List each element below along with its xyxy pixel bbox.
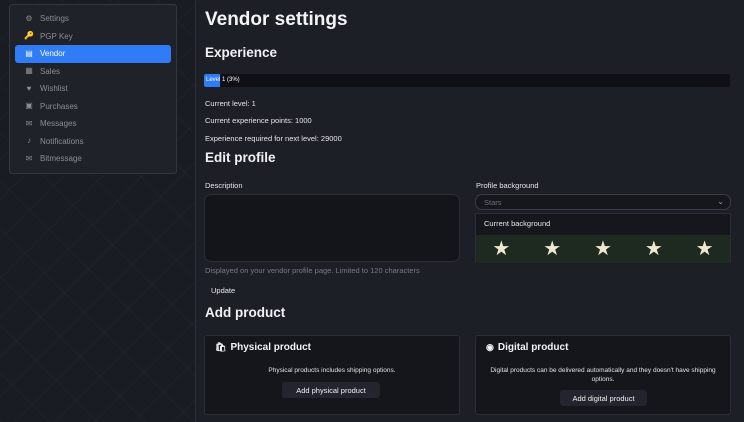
gear-icon: ⚙ (25, 13, 33, 23)
description-label: Description (205, 181, 243, 190)
experience-heading: Experience (205, 45, 278, 60)
experience-progress-label: Level 1 (3%) (206, 77, 240, 83)
digital-product-title-text: Digital product (497, 342, 569, 353)
cart-icon: ▣ (25, 101, 33, 111)
sidebar: ⚙ Settings 🔑 PGP Key ▤ Vendor ▦ Sales ♥ … (9, 4, 177, 174)
star-icon: ★ (644, 238, 663, 260)
disc-icon: ◉ (486, 342, 494, 352)
star-icon: ★ (695, 238, 714, 260)
sidebar-item-label: Purchases (40, 101, 78, 111)
add-physical-product-button[interactable]: Add physical product (282, 382, 380, 398)
description-textarea[interactable] (204, 194, 460, 262)
sidebar-item-label: PGP Key (40, 31, 73, 41)
description-hint: Displayed on your vendor profile page. L… (205, 266, 420, 275)
star-icon: ★ (492, 238, 511, 260)
heart-icon: ♥ (26, 83, 32, 93)
update-button[interactable]: Update (205, 283, 245, 298)
shopping-bag-icon: 🛍 (215, 342, 227, 352)
physical-product-description: Physical products includes shipping opti… (268, 367, 396, 374)
sidebar-item-purchases[interactable]: ▣ Purchases (15, 98, 171, 116)
sidebar-item-messages[interactable]: ✉ Messages (15, 115, 171, 133)
sidebar-item-label: Vendor (40, 49, 66, 59)
sidebar-item-notifications[interactable]: ♪ Notifications (15, 133, 171, 151)
physical-product-title-text: Physical product (230, 342, 312, 353)
current-background-label: Current background (484, 219, 551, 228)
background-preview-stars: ★ ★ ★ ★ ★ (476, 235, 730, 263)
sidebar-item-label: Bitmessage (40, 154, 82, 164)
sidebar-item-label: Messages (40, 119, 77, 129)
physical-product-title: 🛍 Physical product (215, 342, 311, 353)
sales-icon: ▦ (25, 66, 33, 76)
experience-points-text: Current experience points: 1000 (205, 116, 312, 125)
current-level-text: Current level: 1 (205, 99, 256, 108)
envelope-icon: ✉ (25, 153, 33, 163)
sidebar-item-label: Sales (40, 66, 61, 76)
sidebar-item-bitmessage[interactable]: ✉ Bitmessage (15, 150, 171, 168)
id-card-icon: ▤ (25, 48, 33, 58)
profile-background-select[interactable]: Stars ⌄ (475, 194, 731, 210)
star-icon: ★ (543, 238, 562, 260)
sidebar-item-wishlist[interactable]: ♥ Wishlist (15, 80, 171, 98)
physical-product-card: 🛍 Physical product Physical products inc… (204, 335, 460, 415)
add-product-heading: Add product (205, 305, 286, 320)
sidebar-item-label: Wishlist (40, 84, 68, 94)
sidebar-item-vendor[interactable]: ▤ Vendor (15, 45, 171, 63)
main-panel: Vendor settings Experience Level 1 (3%) … (195, 0, 744, 422)
sidebar-item-settings[interactable]: ⚙ Settings (15, 10, 171, 28)
digital-product-card: ◉ Digital product Digital products can b… (475, 335, 731, 415)
digital-product-title: ◉ Digital product (486, 342, 568, 353)
experience-progress-bar: Level 1 (3%) (204, 74, 730, 87)
digital-product-description: Digital products can be delivered automa… (490, 367, 716, 383)
current-background-panel: Current background ★ ★ ★ ★ ★ (475, 213, 731, 263)
next-level-requirement-text: Experience required for next level: 2900… (205, 134, 342, 143)
add-digital-product-button[interactable]: Add digital product (560, 390, 647, 406)
profile-background-label: Profile background (476, 181, 539, 190)
edit-profile-heading: Edit profile (205, 150, 276, 165)
sidebar-item-pgp-key[interactable]: 🔑 PGP Key (15, 28, 171, 46)
sidebar-item-label: Notifications (40, 136, 84, 146)
star-icon: ★ (594, 238, 612, 260)
sidebar-item-label: Settings (40, 14, 69, 24)
chat-icon: ✉ (25, 118, 33, 128)
sidebar-item-sales[interactable]: ▦ Sales (15, 63, 171, 81)
chevron-down-icon: ⌄ (717, 197, 724, 206)
profile-background-selected-value: Stars (484, 197, 502, 207)
page-title: Vendor settings (205, 9, 348, 30)
bell-icon: ♪ (27, 136, 31, 146)
key-icon: 🔑 (24, 31, 34, 41)
